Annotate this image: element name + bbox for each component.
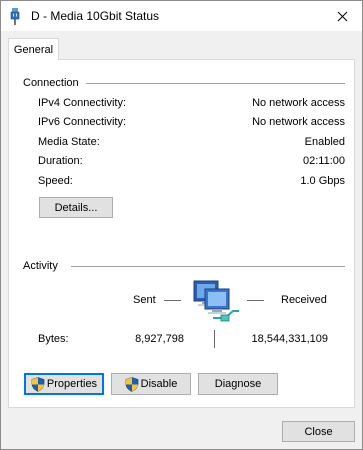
duration-label: Duration: <box>38 155 83 167</box>
uac-shield-icon <box>31 376 45 392</box>
close-icon <box>337 11 348 21</box>
sent-label: Sent <box>133 294 156 306</box>
sent-line <box>164 300 181 301</box>
title-bar[interactable]: D - Media 10Gbit Status <box>1 1 362 31</box>
speed-value: 1.0 Gbps <box>300 175 345 187</box>
window-close-button[interactable] <box>323 1 362 31</box>
connection-group-label: Connection <box>23 77 85 89</box>
speed-label: Speed: <box>38 175 73 187</box>
ipv6-value: No network access <box>252 116 345 128</box>
tab-label: General <box>13 43 54 56</box>
properties-button[interactable]: Properties <box>24 373 104 395</box>
connection-divider <box>86 83 345 84</box>
media-state-label: Media State: <box>38 136 100 148</box>
ipv6-label: IPv6 Connectivity: <box>38 116 127 128</box>
tab-general[interactable]: General <box>8 38 59 60</box>
activity-group-label: Activity <box>23 260 64 272</box>
properties-label: Properties <box>46 378 98 390</box>
disable-label: Disable <box>140 378 178 390</box>
window-title: D - Media 10Gbit Status <box>31 9 160 23</box>
media-state-value: Enabled <box>304 136 345 148</box>
details-button[interactable]: Details... <box>39 197 113 218</box>
diagnose-button[interactable]: Diagnose <box>198 373 278 395</box>
bytes-label: Bytes: <box>38 333 69 345</box>
close-button[interactable]: Close <box>282 421 355 442</box>
ipv4-value: No network access <box>252 97 345 109</box>
network-adapter-icon <box>10 8 20 25</box>
bytes-separator <box>214 330 215 348</box>
ipv4-label: IPv4 Connectivity: <box>38 97 127 109</box>
bytes-sent-value: 8,927,798 <box>135 333 184 345</box>
received-label: Received <box>281 294 327 306</box>
disable-button[interactable]: Disable <box>111 373 191 395</box>
status-window: D - Media 10Gbit Status General Connecti… <box>0 0 363 450</box>
duration-value: 02:11:00 <box>302 155 345 167</box>
bytes-received-value: 18,544,331,109 <box>251 333 328 345</box>
network-computers-icon <box>193 280 239 322</box>
uac-shield-icon <box>125 376 138 392</box>
received-line <box>247 300 264 301</box>
general-panel: Connection IPv4 Connectivity: No network… <box>8 59 355 408</box>
activity-divider <box>71 266 345 267</box>
